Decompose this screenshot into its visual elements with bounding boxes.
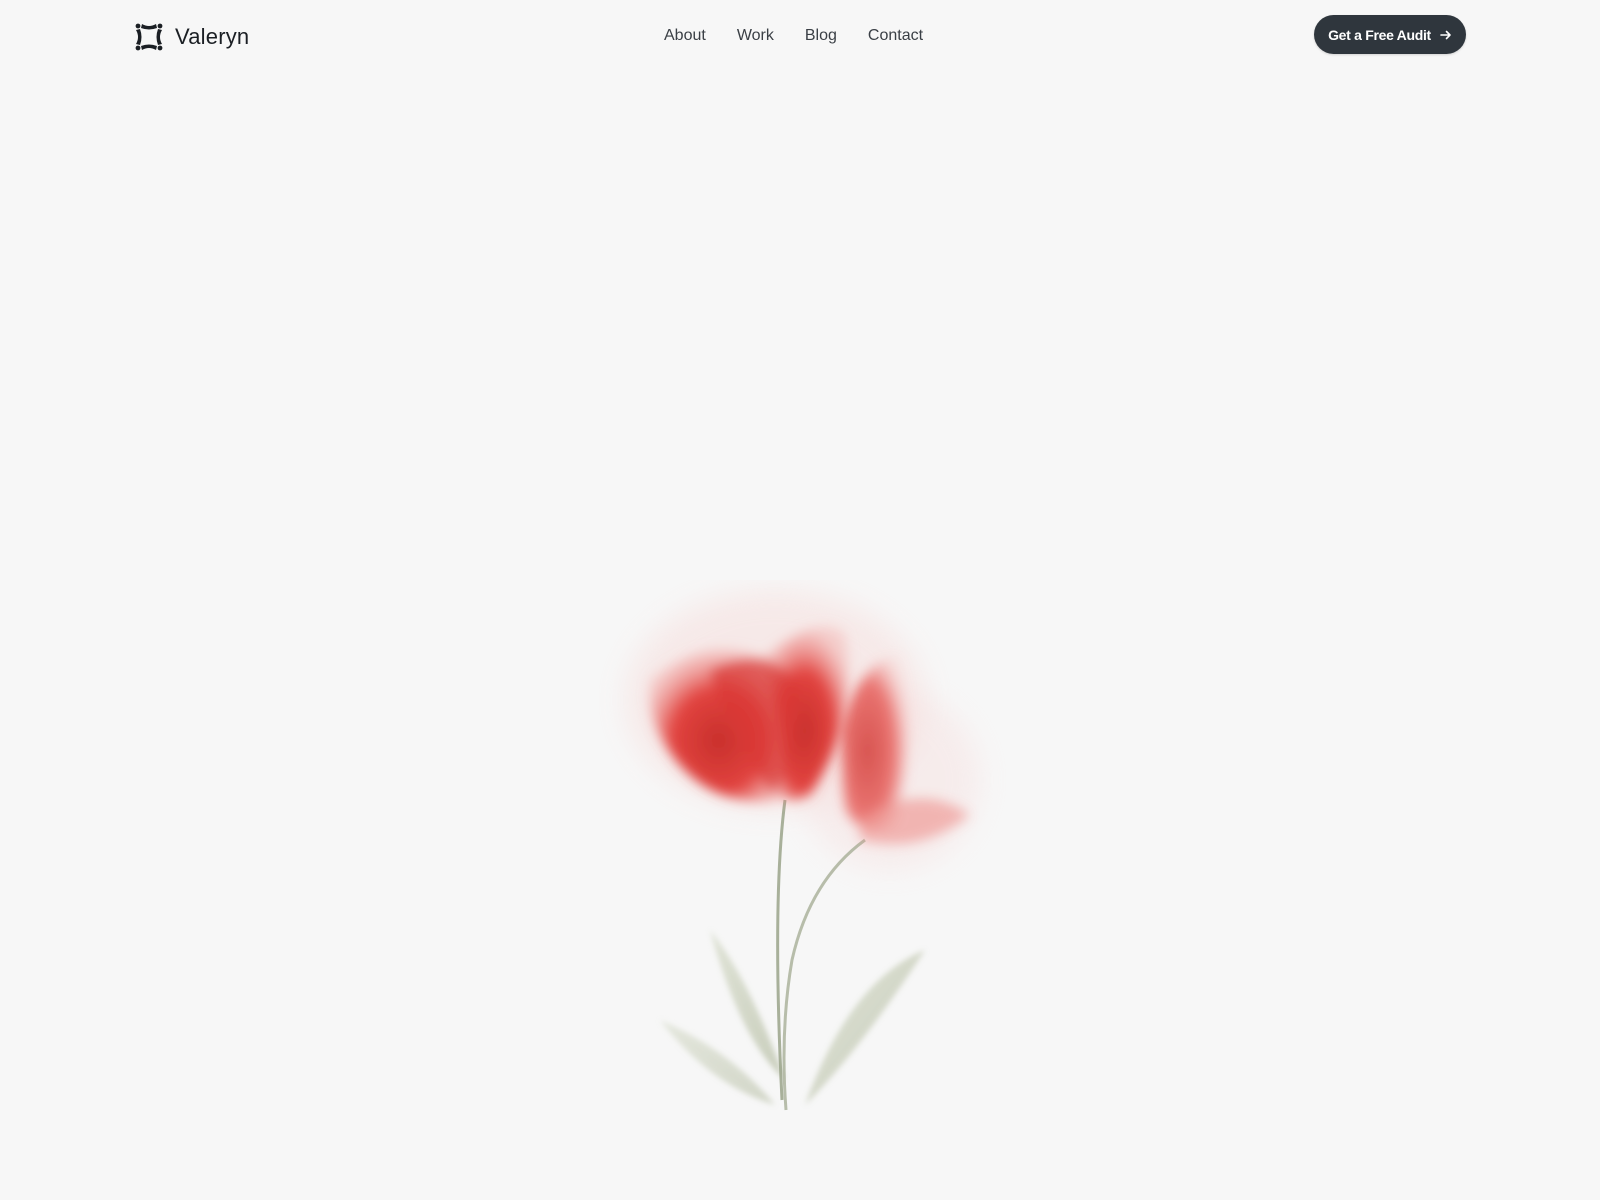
logo-mark-icon xyxy=(135,23,163,51)
cta-label: Get a Free Audit xyxy=(1328,26,1431,43)
tulip-flowers-icon xyxy=(625,590,980,1111)
brand-name: Valeryn xyxy=(175,24,250,49)
landing-page: Valeryn About Work Blog Contact Get a Fr… xyxy=(0,0,1600,1200)
brand-logo-link[interactable]: Valeryn xyxy=(133,19,249,55)
get-free-audit-button[interactable]: Get a Free Audit xyxy=(1314,15,1466,54)
nav-link-blog[interactable]: Blog xyxy=(805,26,837,46)
nav-link-about[interactable]: About xyxy=(664,26,706,46)
top-navigation: Valeryn About Work Blog Contact Get a Fr… xyxy=(0,0,1600,72)
main-menu: About Work Blog Contact xyxy=(664,26,923,46)
arrow-right-icon xyxy=(1440,30,1451,39)
nav-link-work[interactable]: Work xyxy=(737,26,774,46)
nav-link-contact[interactable]: Contact xyxy=(868,26,923,46)
